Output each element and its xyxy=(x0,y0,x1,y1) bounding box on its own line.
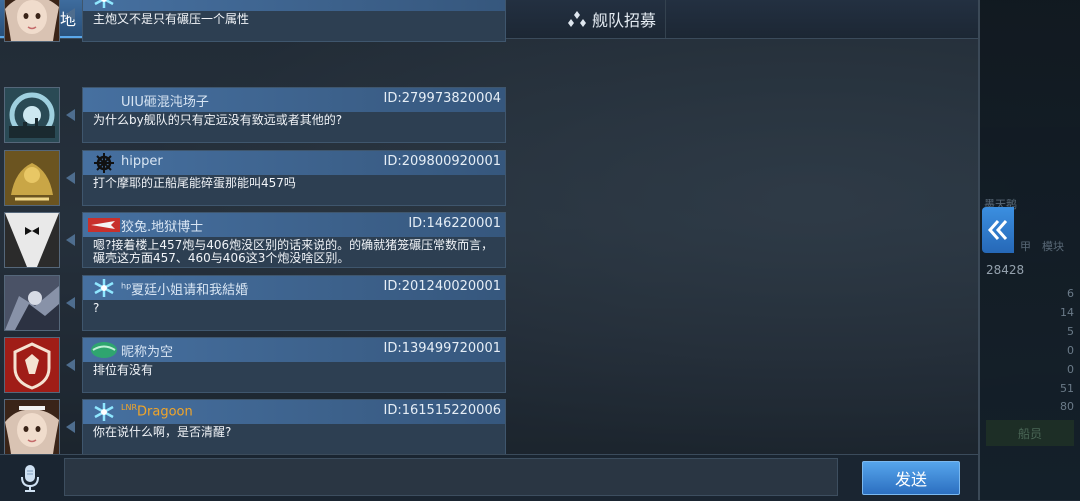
ghost-tab-armor: 甲 xyxy=(1020,240,1031,253)
ghost-crew-button: 船员 xyxy=(986,420,1074,446)
message-bubble: 狡兔.地狱博士 ID:146220001 嗯?接着楼上457炮与406炮没区别的话来… xyxy=(82,212,506,268)
message-bubble: hp夏廷小姐请和我結婚 ID:201240020001? xyxy=(82,275,506,331)
sender-name-text: UIU砸混沌场子 xyxy=(121,95,209,110)
name-prefix: hp xyxy=(121,281,132,291)
send-button[interactable]: 发送 xyxy=(862,461,960,495)
ghost-value: 0 xyxy=(1067,363,1074,376)
message-text: 嗯?接着楼上457炮与406炮没区别的话来说的。的确就猪笼碾压常数而言，碾壳这方… xyxy=(93,238,494,265)
bubble-pointer xyxy=(66,234,75,246)
message-header xyxy=(83,0,505,11)
bubble-pointer xyxy=(66,421,75,433)
chat-message: UIU砸混沌场子 ID:279973820004 为什么by舰队的只有定远没有致远或… xyxy=(0,87,510,149)
avatar[interactable] xyxy=(4,0,60,42)
ghost-value: 51 xyxy=(1060,382,1074,395)
message-text: ? xyxy=(93,301,100,315)
sender-name[interactable]: 昵称为空 xyxy=(121,341,173,360)
bubble-pointer xyxy=(66,172,75,184)
chat-message: 主炮又不是只有碾压一个属性 xyxy=(0,0,510,48)
ghost-value: 6 xyxy=(1067,287,1074,300)
leaf-badge-icon xyxy=(87,340,121,360)
sender-name[interactable]: LNRDragoon xyxy=(121,403,193,419)
snowflake-badge-icon xyxy=(87,278,121,298)
message-text: 为什么by舰队的只有定远没有致远或者其他的? xyxy=(93,113,343,127)
sender-name-text: Dragoon xyxy=(137,404,193,420)
avatar[interactable] xyxy=(4,212,60,268)
sender-id: ID:201240020001 xyxy=(383,279,501,294)
message-header: hipper ID:209800920001 xyxy=(83,151,505,175)
snowflake-badge-icon xyxy=(87,0,121,9)
recruit-icon xyxy=(566,8,588,30)
sender-id: ID:279973820004 xyxy=(383,91,501,106)
sender-id: ID:139499720001 xyxy=(383,341,501,356)
message-bubble: hipper ID:209800920001 打个摩耶的正船尾能碎蛋那能叫457吗 xyxy=(82,150,506,206)
chat-message-input[interactable] xyxy=(64,458,838,496)
voice-button[interactable] xyxy=(12,461,48,495)
avatar[interactable] xyxy=(4,399,60,455)
sender-name[interactable]: hipper xyxy=(121,154,163,169)
microphone-icon xyxy=(21,465,39,492)
name-prefix: LNR xyxy=(121,403,137,412)
ghost-tab-module: 模块 xyxy=(1042,240,1064,253)
message-header: 狡兔.地狱博士 ID:146220001 xyxy=(83,213,505,237)
avatar[interactable] xyxy=(4,337,60,393)
message-bubble: 主炮又不是只有碾压一个属性 xyxy=(82,0,506,42)
bubble-pointer xyxy=(66,359,75,371)
message-header: UIU砸混沌场子 ID:279973820004 xyxy=(83,88,505,112)
sender-name[interactable]: hp夏廷小姐请和我結婚 xyxy=(121,279,248,298)
bubble-pointer xyxy=(66,109,75,121)
ghost-value: 5 xyxy=(1067,325,1074,338)
avatar[interactable] xyxy=(4,150,60,206)
message-bubble: 昵称为空 ID:139499720001 排位有没有 xyxy=(82,337,506,393)
message-header: LNRDragoon ID:161515220006 xyxy=(83,400,505,424)
ghost-value: 80 xyxy=(1060,400,1074,413)
helm-badge-icon xyxy=(87,153,121,173)
avatar[interactable] xyxy=(4,275,60,331)
message-header: 昵称为空 ID:139499720001 xyxy=(83,338,505,362)
chat-message: 昵称为空 ID:139499720001 排位有没有 xyxy=(0,337,510,399)
avatar[interactable] xyxy=(4,87,60,143)
sender-id: ID:161515220006 xyxy=(383,403,501,418)
sender-name-text: 昵称为空 xyxy=(121,345,174,360)
message-text: 排位有没有 xyxy=(93,363,154,377)
sender-name-text: 狡兔.地狱博士 xyxy=(121,220,204,235)
red-wing-badge-icon xyxy=(87,215,121,235)
bubble-pointer xyxy=(66,8,75,20)
message-text: 主炮又不是只有碾压一个属性 xyxy=(93,12,250,26)
tab-label: 舰队招募 xyxy=(592,11,657,30)
sender-name[interactable]: UIU砸混沌场子 xyxy=(121,91,209,110)
double-chevron-left-icon xyxy=(987,220,1008,240)
snowflake-badge-icon xyxy=(87,402,121,422)
sender-name[interactable]: 狡兔.地狱博士 xyxy=(121,216,203,235)
ghost-value: 0 xyxy=(1067,344,1074,357)
ghost-value: 14 xyxy=(1060,306,1074,319)
message-text: 你在说什么啊，是否清醒? xyxy=(93,425,232,439)
chat-message: hp夏廷小姐请和我結婚 ID:201240020001? xyxy=(0,275,510,337)
message-header: hp夏廷小姐请和我結婚 ID:201240020001 xyxy=(83,276,505,300)
sender-name-text: hipper xyxy=(121,154,163,169)
sender-id: ID:146220001 xyxy=(408,216,501,231)
sender-id: ID:209800920001 xyxy=(383,154,501,169)
message-text: 打个摩耶的正船尾能碎蛋那能叫457吗 xyxy=(93,176,296,190)
sender-name-text: 夏廷小姐请和我結婚 xyxy=(131,283,249,298)
ghost-score: 28428 xyxy=(986,263,1025,277)
collapse-panel-button[interactable] xyxy=(982,207,1014,253)
bubble-pointer xyxy=(66,297,75,309)
chat-message: 狡兔.地狱博士 ID:146220001 嗯?接着楼上457炮与406炮没区别的话来… xyxy=(0,212,510,274)
chat-input-bar: 发送 xyxy=(0,454,978,501)
chat-message: hipper ID:209800920001 打个摩耶的正船尾能碎蛋那能叫457吗 xyxy=(0,150,510,212)
message-bubble: UIU砸混沌场子 ID:279973820004 为什么by舰队的只有定远没有致远或… xyxy=(82,87,506,143)
chat-message: LNRDragoon ID:161515220006 你在说什么啊，是否清醒? xyxy=(0,399,510,461)
message-bubble: LNRDragoon ID:161515220006 你在说什么啊，是否清醒? xyxy=(82,399,506,455)
